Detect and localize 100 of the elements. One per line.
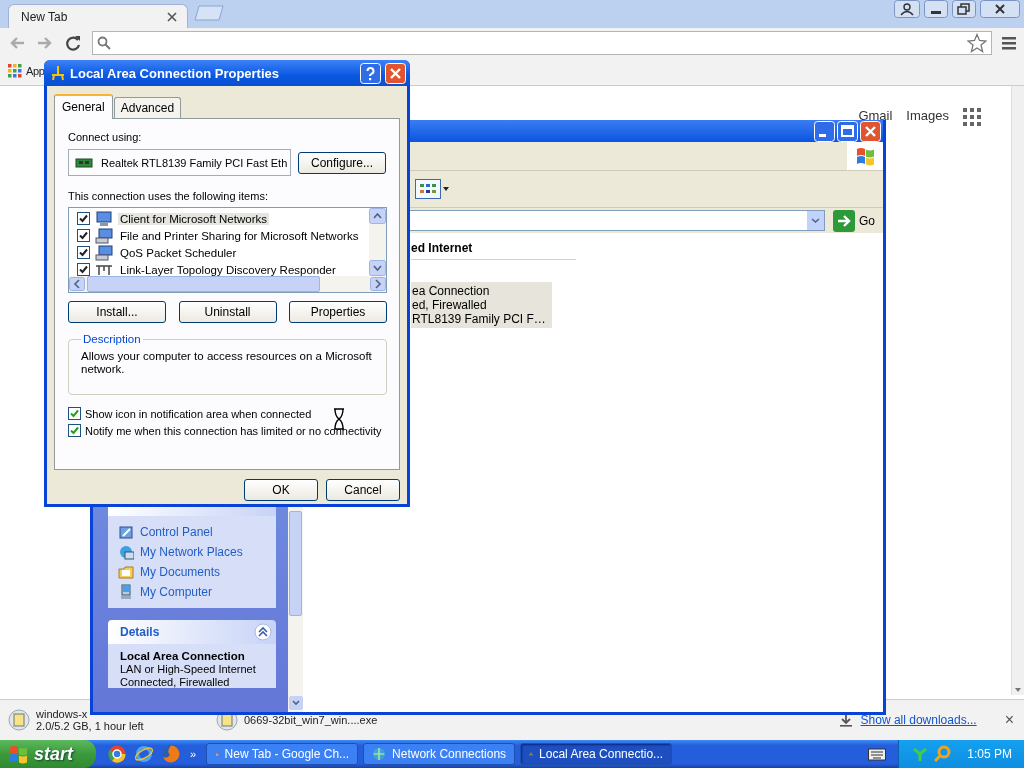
checkbox-checked-icon[interactable] [77, 212, 90, 225]
items-list[interactable]: Client for Microsoft Networks File and Printer Sharing for Microsoft Networks QoS Packet Scheduler Link-Layer Topology Discovery Responder [68, 207, 387, 293]
checkbox-checked-icon[interactable] [68, 407, 81, 420]
dialog-button[interactable]: Properties [289, 301, 387, 323]
restore-icon[interactable] [952, 0, 976, 18]
place-link[interactable]: My Network Places [118, 544, 266, 560]
checkbox-checked-icon[interactable] [77, 229, 90, 242]
computer-icon [118, 584, 134, 600]
views-icon[interactable] [415, 179, 441, 199]
scrollbar[interactable] [69, 276, 386, 292]
connection-text: RTL8139 Family PCI F… [412, 312, 546, 326]
checkbox-label[interactable]: Show icon in notification area when connected [85, 407, 312, 420]
folder-icon [118, 564, 134, 580]
place-link[interactable]: Control Panel [118, 524, 266, 540]
scrollbar-thumb[interactable] [87, 276, 320, 292]
details-text: Connected, Firewalled [120, 676, 231, 688]
list-item[interactable]: Link-Layer Topology Discovery Responder [118, 263, 338, 276]
maximize-icon[interactable] [837, 120, 858, 142]
flag-logo-icon [8, 743, 29, 765]
keyboard-icon[interactable] [868, 747, 887, 761]
group-title: Description [82, 333, 142, 345]
globe-computer-icon [118, 544, 134, 560]
taskbar-button[interactable]: New Tab - Google Ch... [206, 743, 359, 765]
header-link[interactable]: Gmail [858, 108, 893, 123]
apps-bookmark[interactable]: App [8, 64, 45, 78]
list-item[interactable]: Client for Microsoft Networks [118, 212, 269, 225]
list-item[interactable]: QoS Packet Scheduler [118, 246, 239, 259]
reload-icon[interactable] [64, 33, 82, 52]
browser-tab[interactable]: New Tab [8, 4, 188, 28]
go-button[interactable]: Go [829, 209, 879, 232]
checkbox-checked-icon[interactable] [77, 263, 90, 276]
clock: 1:05 PM [967, 747, 1012, 761]
file-icon [8, 709, 30, 731]
download-name: 0669-32bit_win7_win....exe [244, 714, 378, 726]
taskbar-button[interactable]: Local Area Connectio... [520, 743, 673, 765]
start-button[interactable]: start [0, 740, 96, 768]
close-button[interactable]: × [1004, 711, 1014, 729]
search-icon [97, 35, 111, 50]
flag-logo-icon [854, 145, 876, 167]
computer-icon [95, 244, 113, 261]
checkbox-checked-icon[interactable] [68, 424, 81, 437]
star-icon[interactable] [967, 32, 987, 53]
field-label: Connect using: [68, 131, 143, 143]
description-text: Allows your computer to access resources on a Microsoft network. [81, 350, 373, 376]
details-header[interactable]: Details [108, 620, 276, 644]
scroll-right-icon[interactable] [370, 277, 386, 291]
close-icon[interactable] [980, 0, 1020, 18]
network-card-icon [75, 156, 93, 169]
close-icon[interactable] [167, 11, 177, 22]
connection-text: ea Connection [412, 284, 491, 298]
network-icon [50, 65, 66, 81]
configure-button[interactable]: Configure... [298, 151, 386, 174]
dialog-tab[interactable]: General [54, 94, 113, 119]
computer-icon [95, 227, 113, 244]
help-icon[interactable] [360, 62, 381, 84]
dropdown-icon[interactable] [807, 211, 824, 230]
dialog-button[interactable]: Cancel [326, 479, 400, 501]
taskbar-button[interactable]: Network Connections [363, 743, 516, 765]
header-link[interactable]: Images [906, 108, 949, 123]
address-field[interactable] [92, 30, 992, 55]
dialog-button[interactable]: Install... [68, 301, 166, 323]
field-label: This connection uses the following items: [68, 190, 269, 202]
scroll-down-icon[interactable] [288, 696, 303, 710]
list-item[interactable]: File and Printer Sharing for Microsoft Networks [118, 229, 361, 242]
dialog-button[interactable]: OK [244, 479, 318, 501]
minimize-icon[interactable] [924, 0, 948, 18]
place-link[interactable]: My Documents [118, 564, 266, 580]
connection-item[interactable]: ea Connection ed, Firewalled RTL8139 Family PCI F… [411, 282, 552, 328]
details-text: LAN or High-Speed Internet [120, 663, 257, 675]
download-name: windows-x [36, 708, 89, 720]
place-link[interactable]: My Computer [118, 584, 266, 600]
panel-icon [118, 524, 134, 540]
scroll-left-icon[interactable] [69, 277, 85, 291]
checkbox-label[interactable]: Notify me when this connection has limited or no connectivity [85, 424, 382, 437]
scrollbar[interactable] [369, 208, 386, 276]
collapse-icon[interactable] [254, 623, 272, 641]
adapter-field: Realtek RTL8139 Family PCI Fast Eth [68, 149, 291, 176]
connection-text: ed, Firewalled [412, 298, 488, 312]
user-icon[interactable] [894, 0, 920, 18]
download-status: 2.0/5.2 GB, 1 hour left [36, 720, 144, 732]
panel-title: Details [120, 625, 160, 639]
scroll-down-icon[interactable] [369, 260, 386, 276]
details-name: Local Area Connection [120, 650, 246, 662]
more-button[interactable]: » [190, 748, 197, 760]
dialog-button[interactable]: Uninstall [178, 301, 277, 323]
checkbox-checked-icon[interactable] [77, 246, 90, 259]
scrollbar[interactable] [1011, 86, 1024, 695]
globe-icon [372, 746, 387, 762]
apps-icon[interactable] [963, 108, 981, 126]
ring-logo-icon[interactable] [134, 745, 154, 763]
menu-icon[interactable] [1002, 35, 1016, 50]
round-logo-icon[interactable] [108, 745, 126, 763]
group-heading: ed Internet [411, 241, 576, 260]
scrollbar-thumb[interactable] [289, 511, 302, 616]
caret-icon[interactable] [443, 187, 449, 191]
dialog-tab[interactable]: Advanced [113, 97, 182, 118]
apps-icon [8, 64, 22, 78]
scroll-up-icon[interactable] [369, 208, 386, 224]
window-title: Local Area Connection Properties [70, 65, 280, 81]
show-all-downloads-link[interactable]: Show all downloads... [860, 713, 977, 727]
